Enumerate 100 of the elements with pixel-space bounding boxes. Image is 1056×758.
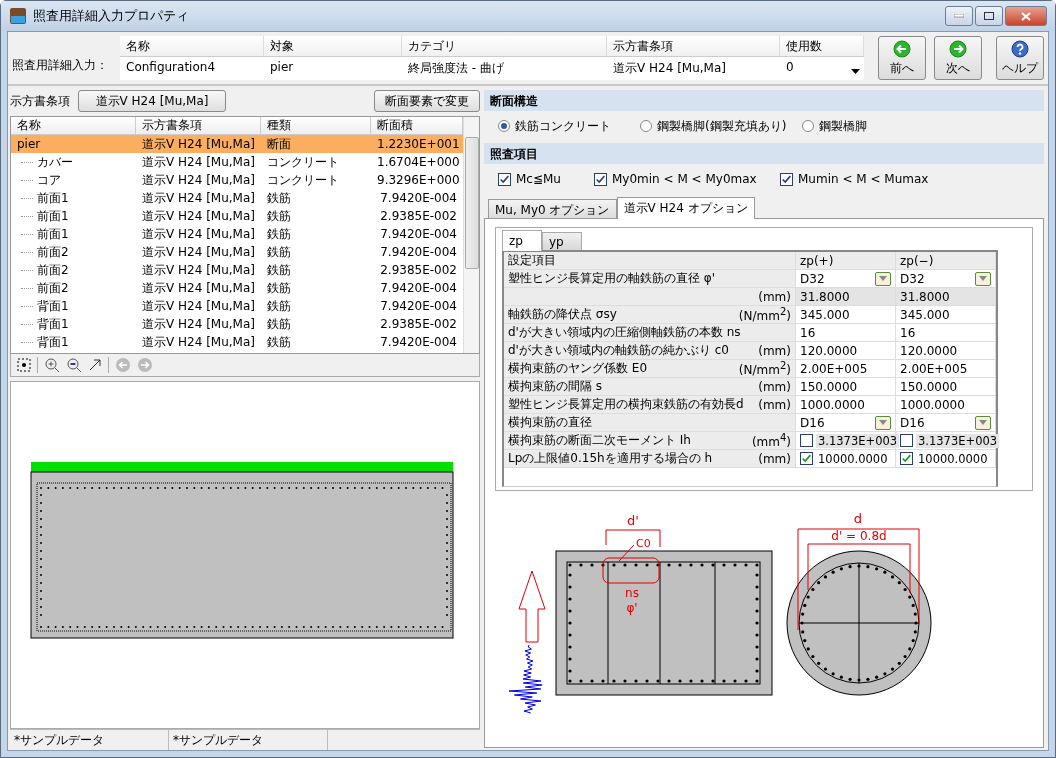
fit-view-icon[interactable]	[17, 358, 31, 372]
tab[interactable]: yp	[542, 232, 582, 250]
dropdown[interactable]: D16	[796, 414, 896, 432]
column-header[interactable]: 示方書条項	[136, 117, 261, 135]
zoom-in-icon[interactable]	[44, 357, 60, 373]
tree-row[interactable]: pier 道示V H24 [Mu,Ma] 断面 1.2230E+001	[11, 135, 463, 153]
close-button[interactable]	[1005, 6, 1047, 26]
value-cell[interactable]: 150.0000	[896, 378, 996, 396]
checkbox[interactable]	[800, 452, 813, 465]
tree-cell: 前面2	[37, 243, 69, 261]
tree-cell-text: コンクリート	[266, 153, 340, 171]
radio-button[interactable]	[498, 120, 510, 132]
spec-button[interactable]: 道示V H24 [Mu,Ma]	[78, 90, 226, 112]
scrollbar[interactable]	[463, 117, 479, 353]
checkbox[interactable]	[900, 452, 913, 465]
column-header: zp(−)	[896, 252, 996, 270]
tab[interactable]: zp	[502, 230, 542, 251]
tree-cell-text: 道示V H24 [Mu,Ma]	[141, 333, 256, 351]
combo-cell: 0	[780, 56, 864, 80]
tree-row[interactable]: 背面1 道示V H24 [Mu,Ma] 鉄筋 2.9385E-002	[11, 315, 463, 333]
waveform-icon	[508, 644, 543, 714]
change-button[interactable]: 断面要素で変更	[374, 90, 480, 112]
unit-label: (mm)	[758, 289, 791, 304]
tree-row[interactable]: 背面1 道示V H24 [Mu,Ma] 鉄筋 7.9420E-004	[11, 333, 463, 351]
tree-cell: 前面1	[37, 207, 69, 225]
combo-cell: pier	[264, 56, 402, 80]
combo-cell: Configuration4	[120, 56, 264, 80]
tab[interactable]: 道示V H24 オプション	[616, 197, 755, 219]
radio-label[interactable]: 鉄筋コンクリート	[515, 117, 611, 135]
dimension-label: d' = 0.8d	[831, 529, 887, 543]
checkbox-label[interactable]: My0min < M < My0max	[612, 172, 757, 186]
value-cell[interactable]: 16	[796, 324, 896, 342]
value-cell[interactable]: 2.00E+005	[896, 360, 996, 378]
unit-label: (mm)	[758, 397, 791, 412]
tree-row[interactable]: 前面2 道示V H24 [Mu,Ma] 鉄筋 2.9385E-002	[11, 261, 463, 279]
maximize-button[interactable]	[975, 6, 1003, 26]
checkbox-label[interactable]: Mumin < M < Mumax	[798, 172, 929, 186]
tree-row[interactable]: 前面1 道示V H24 [Mu,Ma] 鉄筋 2.9385E-002	[11, 207, 463, 225]
row-label: 塑性ヒンジ長算定用の軸鉄筋の直径 φ'	[508, 270, 716, 287]
up-arrow-icon	[518, 570, 546, 643]
tree-row[interactable]: 前面1 道示V H24 [Mu,Ma] 鉄筋 7.9420E-004	[11, 189, 463, 207]
tree-cell-text: 道示V H24 [Mu,Ma]	[141, 135, 256, 153]
tree-row[interactable]: 前面2 道示V H24 [Mu,Ma] 鉄筋 7.9420E-004	[11, 279, 463, 297]
checkbox[interactable]	[900, 434, 913, 447]
nav-button[interactable]: 次へ	[934, 36, 982, 80]
dimension-label: d'	[627, 513, 639, 528]
help-icon	[1011, 39, 1029, 58]
column-header[interactable]: 種類	[261, 117, 371, 135]
row-label: Lpの上限値0.15hを適用する場合の h	[508, 450, 713, 467]
tree-row[interactable]: コア 道示V H24 [Mu,Ma] コンクリート 9.3296E+000	[11, 171, 463, 189]
radio-button[interactable]	[802, 120, 814, 132]
value-cell[interactable]: 2.00E+005	[796, 360, 896, 378]
checkbox[interactable]	[800, 434, 813, 447]
value-cell[interactable]: 16	[896, 324, 996, 342]
column-header[interactable]: 名称	[11, 117, 136, 135]
tree-cell-text: 道示V H24 [Mu,Ma]	[141, 225, 256, 243]
section-header: 照査項目	[484, 143, 1044, 164]
value-cell: 31.8000	[796, 288, 896, 306]
combo-cell: 終局強度法 - 曲げ	[402, 56, 607, 80]
tree-row[interactable]: カバー 道示V H24 [Mu,Ma] コンクリート 1.6704E+000	[11, 153, 463, 171]
unit-label: (mm)	[758, 343, 791, 358]
nav-button[interactable]: ヘルプ	[996, 36, 1044, 80]
value-cell[interactable]: 345.000	[896, 306, 996, 324]
tree-row[interactable]: 前面1 道示V H24 [Mu,Ma] 鉄筋 7.9420E-004	[11, 225, 463, 243]
row-label: 塑性ヒンジ長算定用の横拘束鉄筋の有効長d	[508, 396, 744, 413]
tree-cell-text: 鉄筋	[266, 279, 292, 297]
value-cell[interactable]: 120.0000	[796, 342, 896, 360]
nav-button[interactable]: 前へ	[878, 36, 926, 80]
tree-row[interactable]: 背面1 道示V H24 [Mu,Ma] 鉄筋 7.9420E-004	[11, 297, 463, 315]
dimension-label: ns	[625, 586, 639, 600]
tree-cell-text: 道示V H24 [Mu,Ma]	[141, 297, 256, 315]
checkbox[interactable]	[594, 172, 607, 186]
diagonal-arrow-icon[interactable]	[88, 358, 102, 372]
value-cell[interactable]: 345.000	[796, 306, 896, 324]
row-label: 照査用詳細入力：	[12, 57, 109, 74]
radio-button[interactable]	[640, 120, 652, 132]
minimize-button[interactable]	[945, 6, 973, 26]
radio-label[interactable]: 鋼製橋脚(鋼製充填あり)	[657, 117, 787, 135]
status-text: *サンプルデータ	[10, 730, 169, 750]
config-combo[interactable]: 名称 対象 カテゴリ 示方書条項 使用数 Configuration4 pier 終局強度法 - 曲げ 道示V H24 [Mu,Ma] 0	[120, 36, 864, 80]
tree-cell-text: 鉄筋	[266, 261, 292, 279]
checkbox[interactable]	[498, 172, 511, 186]
radio-label[interactable]: 鋼製橋脚	[819, 117, 867, 135]
minimize-icon	[954, 14, 964, 18]
tree-cell-text: 道示V H24 [Mu,Ma]	[141, 189, 256, 207]
checkbox[interactable]	[780, 172, 793, 186]
value-cell[interactable]: 150.0000	[796, 378, 896, 396]
tree-cell-text: 鉄筋	[266, 189, 292, 207]
dropdown[interactable]: D16	[896, 414, 996, 432]
column-header[interactable]: 断面積	[371, 117, 463, 135]
column-header: zp(+)	[796, 252, 896, 270]
tree-row[interactable]: 前面2 道示V H24 [Mu,Ma] 鉄筋 7.9420E-004	[11, 243, 463, 261]
callout-outline	[602, 557, 660, 584]
value-cell[interactable]: 1000.0000	[796, 396, 896, 414]
tab[interactable]: Mu, My0 オプション	[488, 199, 617, 218]
value-cell[interactable]: 1000.0000	[896, 396, 996, 414]
dimension-label: C0	[636, 537, 651, 550]
checkbox-label[interactable]: Mc≦Mu	[516, 172, 561, 186]
zoom-out-icon[interactable]	[66, 357, 82, 373]
value-cell[interactable]: 120.0000	[896, 342, 996, 360]
